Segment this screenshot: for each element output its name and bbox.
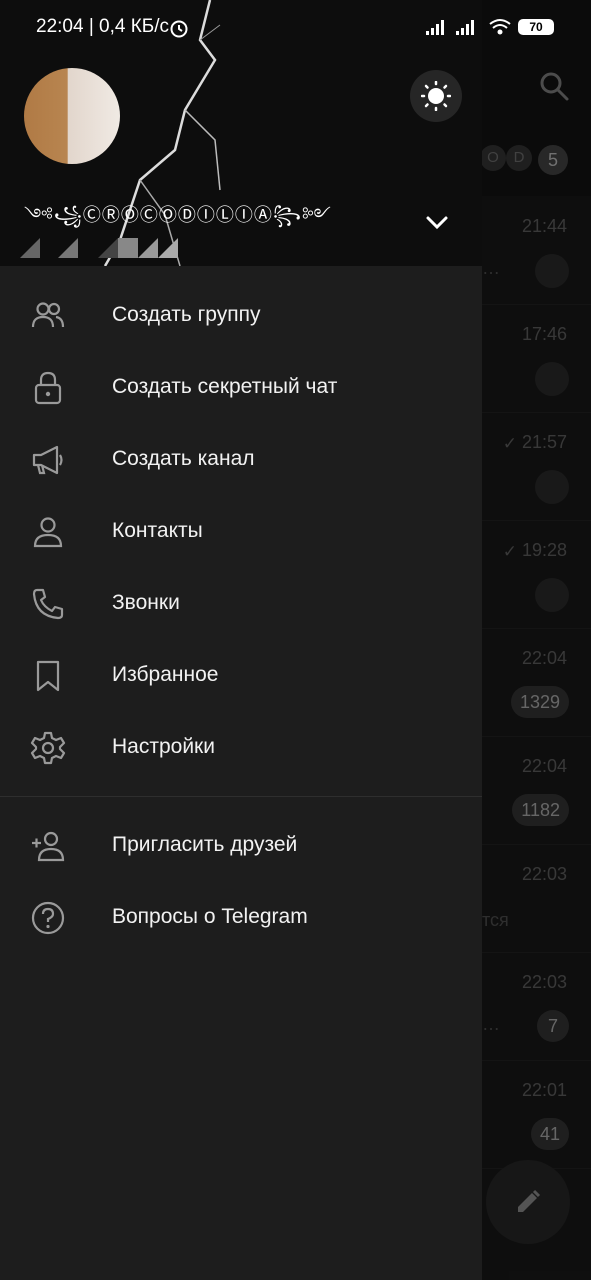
menu-item-settings[interactable]: Настройки: [0, 712, 482, 784]
menu-divider: [0, 796, 482, 797]
menu-item-telegram-faq[interactable]: Вопросы о Telegram: [0, 882, 482, 954]
menu-item-label: Пригласить друзей: [112, 833, 298, 856]
chevron-down-icon: [426, 216, 448, 230]
menu-item-label: Настройки: [112, 735, 215, 758]
bookmark-icon: [36, 660, 60, 692]
lock-icon: [34, 371, 62, 405]
menu-item-new-group[interactable]: Создать группу: [0, 280, 482, 352]
navigation-drawer: ༺꧁ⒸⓇⓄⒸⓄⒹⒾⓁⒾⒶ꧂༻ 22:04 | 0,4 КБ/с 70 Созда…: [0, 0, 554, 1280]
theme-toggle-button[interactable]: [410, 70, 462, 122]
menu-item-saved-messages[interactable]: Избранное: [0, 640, 482, 712]
group-icon: [31, 302, 65, 328]
gear-icon: [30, 731, 66, 765]
menu-item-calls[interactable]: Звонки: [0, 568, 482, 640]
accounts-expand-button[interactable]: [420, 208, 454, 238]
avatar[interactable]: [24, 68, 120, 164]
menu-item-label: Создать канал: [112, 447, 255, 470]
menu-item-contacts[interactable]: Контакты: [0, 496, 482, 568]
wifi-icon: [489, 19, 511, 35]
alarm-icon: [170, 20, 188, 38]
person-icon: [33, 517, 63, 548]
menu-item-secret-chat[interactable]: Создать секретный чат: [0, 352, 482, 424]
menu-item-label: Вопросы о Telegram: [112, 905, 308, 928]
question-icon: [31, 901, 65, 935]
menu-item-label: Контакты: [112, 519, 203, 542]
menu-item-label: Создать секретный чат: [112, 375, 338, 398]
menu-item-new-channel[interactable]: Создать канал: [0, 424, 482, 496]
battery-indicator: 70: [518, 19, 554, 35]
status-time: 22:04 | 0,4 КБ/с: [36, 16, 170, 37]
signal-icon: [426, 20, 474, 35]
menu-item-invite-friends[interactable]: Пригласить друзей: [0, 810, 482, 882]
hidden-phone-number: [20, 238, 190, 266]
menu-item-label: Избранное: [112, 663, 219, 686]
sun-icon: [421, 81, 451, 111]
phone-icon: [32, 588, 64, 620]
menu-item-label: Создать группу: [112, 303, 261, 326]
menu-item-label: Звонки: [112, 591, 180, 614]
add-person-icon: [32, 831, 65, 862]
megaphone-icon: [32, 445, 63, 475]
status-bar: 22:04 | 0,4 КБ/с 70: [0, 0, 591, 56]
